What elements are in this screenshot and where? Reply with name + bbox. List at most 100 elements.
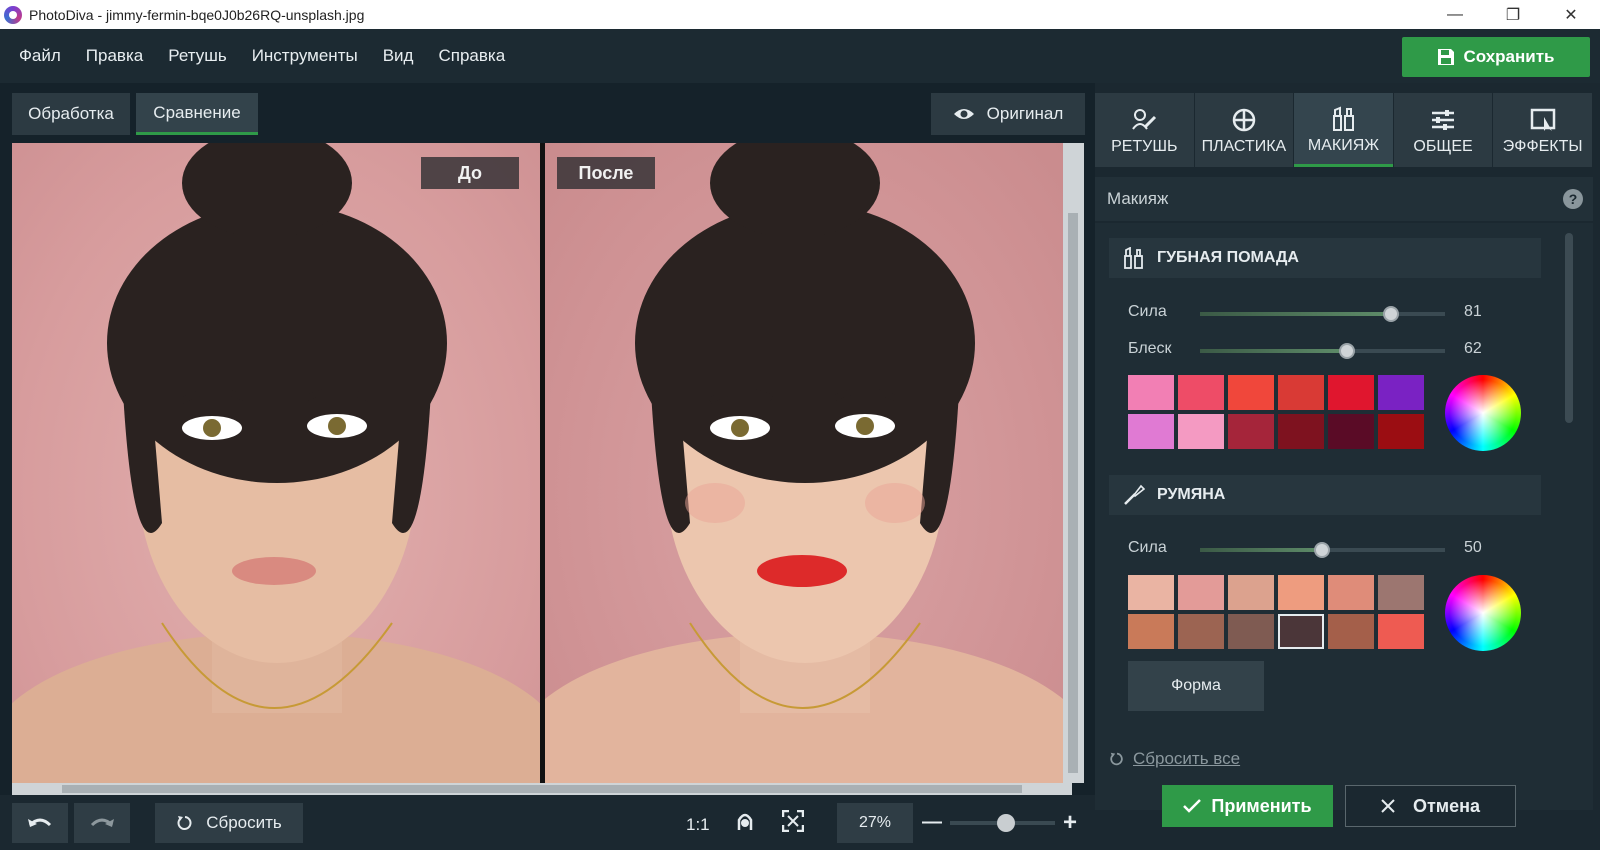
zoom-level[interactable]: 27% <box>837 803 913 843</box>
blush-title: РУМЯНА <box>1157 486 1226 503</box>
color-swatch[interactable] <box>1228 575 1274 610</box>
zoom-out-button[interactable]: — <box>922 811 942 834</box>
lipstick-strength-slider[interactable] <box>1200 306 1445 322</box>
eye-icon <box>953 109 974 119</box>
makeup-section-header: Макияж ? <box>1095 177 1593 221</box>
effects-icon <box>1530 108 1555 131</box>
reset-button[interactable]: Сбросить <box>155 803 303 843</box>
reset-icon <box>1110 752 1123 766</box>
scroll-thumb[interactable] <box>62 785 1022 793</box>
color-swatch[interactable] <box>1278 375 1324 410</box>
color-swatch[interactable] <box>1128 575 1174 610</box>
tab-effects[interactable]: ЭФФЕКТЫ <box>1493 93 1592 167</box>
lipstick-title: ГУБНАЯ ПОМАДА <box>1157 249 1299 266</box>
zoom-in-button[interactable]: + <box>1063 809 1077 837</box>
plastic-icon <box>1232 108 1256 132</box>
help-icon[interactable]: ? <box>1563 189 1583 209</box>
tab-processing[interactable]: Обработка <box>12 93 130 135</box>
tab-general[interactable]: ОБЩЕЕ <box>1393 93 1493 167</box>
original-button[interactable]: Оригинал <box>931 93 1085 135</box>
color-swatch[interactable] <box>1278 414 1324 449</box>
blush-color-palette <box>1128 575 1424 649</box>
vertical-scrollbar[interactable] <box>1063 143 1084 783</box>
save-button[interactable]: Сохранить <box>1402 37 1590 77</box>
menu-tools[interactable]: Инструменты <box>252 46 358 66</box>
zoom-slider[interactable] <box>950 814 1055 832</box>
tab-general-label: ОБЩЕЕ <box>1413 138 1473 155</box>
horizontal-scrollbar[interactable] <box>12 783 1072 795</box>
color-swatch[interactable] <box>1278 575 1324 610</box>
menu-bar: Файл Правка Ретушь Инструменты Вид Справ… <box>0 29 1600 83</box>
menu-edit[interactable]: Правка <box>86 46 143 66</box>
panel-scrollbar[interactable] <box>1565 233 1575 803</box>
menu-retouch[interactable]: Ретушь <box>168 46 226 66</box>
lipstick-color-wheel[interactable] <box>1445 375 1521 451</box>
tab-plastic[interactable]: ПЛАСТИКА <box>1194 93 1294 167</box>
blush-color-wheel[interactable] <box>1445 575 1521 651</box>
color-swatch[interactable] <box>1228 375 1274 410</box>
slider-knob[interactable] <box>1314 542 1330 558</box>
slider-knob[interactable] <box>1383 306 1399 322</box>
tab-effects-label: ЭФФЕКТЫ <box>1502 138 1583 155</box>
slider-knob[interactable] <box>1339 343 1355 359</box>
tab-makeup[interactable]: МАКИЯЖ <box>1294 93 1393 167</box>
scroll-thumb[interactable] <box>1565 233 1573 423</box>
color-swatch[interactable] <box>1178 375 1224 410</box>
apply-button[interactable]: Применить <box>1162 785 1333 827</box>
color-swatch[interactable] <box>1328 375 1374 410</box>
menu-help[interactable]: Справка <box>438 46 505 66</box>
lipstick-strength-label: Сила <box>1128 303 1167 320</box>
blush-strength-slider[interactable] <box>1200 542 1445 558</box>
apply-label: Применить <box>1211 795 1312 816</box>
tab-compare[interactable]: Сравнение <box>136 93 258 135</box>
redo-button[interactable] <box>74 803 130 843</box>
undo-button[interactable] <box>12 803 68 843</box>
fit-screen-icon[interactable] <box>782 810 804 832</box>
reset-all-link[interactable]: Сбросить все <box>1109 749 1240 769</box>
blush-header[interactable]: РУМЯНА <box>1109 475 1541 515</box>
makeup-icon <box>1333 106 1355 131</box>
tab-retouch-label: РЕТУШЬ <box>1111 138 1178 155</box>
actual-size-button[interactable]: 1:1 <box>686 815 710 835</box>
color-swatch[interactable] <box>1128 375 1174 410</box>
maximize-button[interactable]: ❐ <box>1484 0 1542 29</box>
tab-retouch[interactable]: РЕТУШЬ <box>1095 93 1194 167</box>
zoom-slider-knob[interactable] <box>997 814 1015 832</box>
color-swatch[interactable] <box>1178 575 1224 610</box>
color-swatch[interactable] <box>1328 614 1374 649</box>
menu-view[interactable]: Вид <box>383 46 414 66</box>
window-title: PhotoDiva - jimmy-fermin-bqe0J0b26RQ-uns… <box>29 6 365 23</box>
color-swatch[interactable] <box>1128 414 1174 449</box>
before-badge: До <box>421 157 519 189</box>
tools-panel: РЕТУШЬ ПЛАСТИКА МАКИЯЖ ОБЩЕЕ ЭФФЕКТЫ Мак… <box>1095 83 1600 850</box>
face-detect-icon[interactable] <box>735 812 755 832</box>
close-window-button[interactable]: ✕ <box>1542 0 1600 29</box>
shape-button[interactable]: Форма <box>1128 661 1264 711</box>
blush-strength-row: Сила 50 <box>1128 539 1528 559</box>
title-bar: PhotoDiva - jimmy-fermin-bqe0J0b26RQ-uns… <box>0 0 1600 29</box>
image-canvas[interactable]: До После <box>12 143 1084 783</box>
color-swatch[interactable] <box>1378 575 1424 610</box>
color-swatch[interactable] <box>1378 614 1424 649</box>
cancel-button[interactable]: Отмена <box>1345 785 1516 827</box>
menu-file[interactable]: Файл <box>19 46 61 66</box>
color-swatch[interactable] <box>1178 414 1224 449</box>
portrait-illustration <box>12 143 540 783</box>
color-swatch[interactable] <box>1128 614 1174 649</box>
cancel-label: Отмена <box>1412 795 1481 816</box>
color-swatch[interactable] <box>1178 614 1224 649</box>
lipstick-header[interactable]: ГУБНАЯ ПОМАДА <box>1109 238 1541 278</box>
color-swatch[interactable] <box>1228 614 1274 649</box>
color-swatch[interactable] <box>1378 414 1424 449</box>
portrait-illustration-retouched <box>545 143 1063 783</box>
color-swatch[interactable] <box>1328 414 1374 449</box>
scroll-thumb[interactable] <box>1068 213 1078 773</box>
color-swatch[interactable] <box>1328 575 1374 610</box>
slider-fill <box>1200 349 1347 353</box>
color-swatch[interactable] <box>1228 414 1274 449</box>
color-swatch[interactable] <box>1378 375 1424 410</box>
color-swatch[interactable] <box>1278 614 1324 649</box>
redo-icon <box>90 818 114 827</box>
minimize-button[interactable]: — <box>1426 0 1484 29</box>
lipstick-gloss-slider[interactable] <box>1200 343 1445 359</box>
